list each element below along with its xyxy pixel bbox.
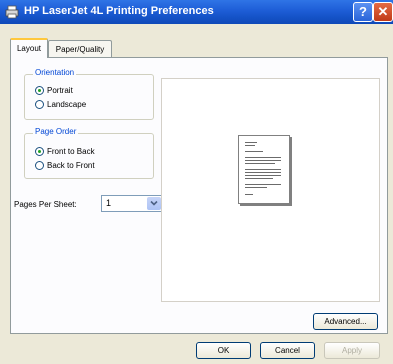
title-bar[interactable]: HP LaserJet 4L Printing Preferences ? ✕: [0, 0, 393, 24]
tab-paper-quality[interactable]: Paper/Quality: [48, 40, 112, 57]
printer-icon: [5, 5, 19, 19]
page-order-group: Page Order Front to Back Back to Front: [24, 127, 154, 179]
text-line: [245, 151, 263, 152]
radio-landscape-label: Landscape: [47, 100, 87, 109]
radio-front-to-back-circle: [35, 147, 44, 156]
pages-per-sheet-label: Pages Per Sheet:: [14, 200, 77, 209]
text-line: [245, 184, 281, 185]
help-button[interactable]: ?: [353, 2, 373, 22]
orientation-group: Orientation Portrait Landscape: [24, 68, 154, 120]
printing-preferences-dialog: HP LaserJet 4L Printing Preferences ? ✕ …: [0, 0, 393, 364]
radio-back-to-front-label: Back to Front: [47, 161, 95, 170]
pages-per-sheet-select[interactable]: 1: [101, 195, 163, 212]
close-button[interactable]: ✕: [373, 2, 393, 22]
text-line: [245, 194, 253, 195]
ok-button[interactable]: OK: [196, 342, 251, 359]
window-title: HP LaserJet 4L Printing Preferences: [24, 5, 214, 17]
apply-button[interactable]: Apply: [324, 342, 380, 359]
page-preview-icon: [238, 135, 290, 204]
text-line: [245, 178, 273, 179]
radio-front-to-back-label: Front to Back: [47, 147, 95, 156]
text-line: [245, 169, 281, 170]
layout-preview: [161, 78, 380, 302]
radio-selected-dot: [38, 89, 41, 92]
orientation-legend: Orientation: [33, 68, 77, 77]
radio-selected-dot: [38, 150, 41, 153]
cancel-button[interactable]: Cancel: [260, 342, 315, 359]
radio-back-to-front-circle: [35, 161, 44, 170]
chevron-down-icon[interactable]: [147, 197, 161, 210]
text-line: [245, 187, 267, 188]
text-line: [245, 145, 255, 146]
radio-landscape-circle: [35, 100, 44, 109]
text-line: [245, 157, 281, 158]
page-order-legend: Page Order: [33, 127, 79, 136]
radio-portrait-label: Portrait: [47, 86, 73, 95]
text-line: [245, 160, 281, 161]
radio-portrait-circle: [35, 86, 44, 95]
tab-layout[interactable]: Layout: [10, 38, 48, 58]
advanced-button[interactable]: Advanced...: [313, 313, 378, 330]
text-line: [245, 175, 281, 176]
text-line: [245, 172, 281, 173]
pages-per-sheet-value: 1: [106, 198, 112, 208]
text-line: [245, 142, 257, 143]
text-line: [245, 163, 275, 164]
